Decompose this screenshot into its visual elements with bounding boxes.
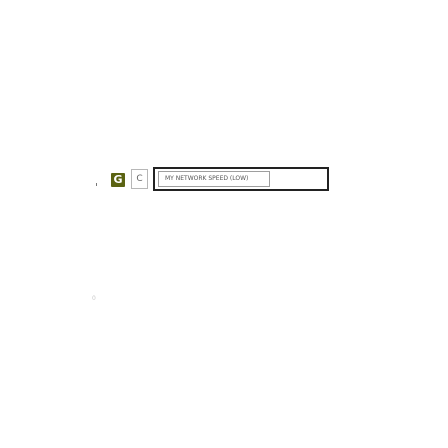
network-speed-panel: MY NETWORK SPEED (LOW) [153,167,329,191]
faint-zero-label: 0 [92,295,96,302]
c-button[interactable]: C [131,169,148,189]
network-speed-field[interactable]: MY NETWORK SPEED (LOW) [158,171,270,187]
left-edge-mark [96,183,97,186]
g-logo-icon: G [111,173,125,187]
